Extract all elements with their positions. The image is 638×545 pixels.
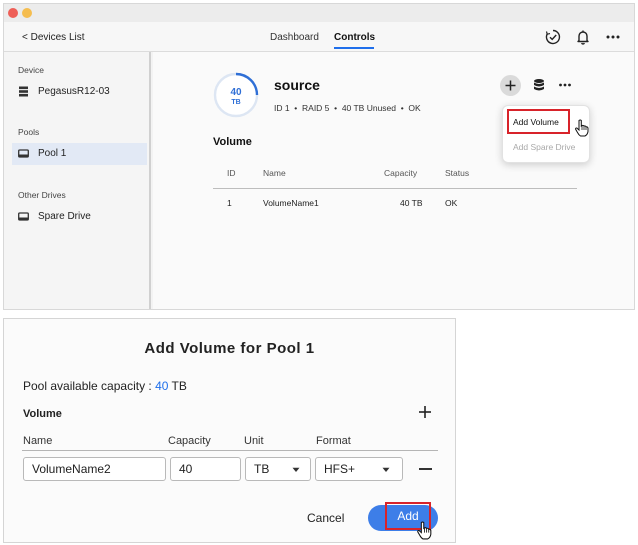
volume-capacity-input[interactable]: 40 [170,457,241,481]
add-volume-dialog: Add Volume for Pool 1 Pool available cap… [3,318,456,543]
add-row-plus-icon[interactable] [418,405,432,419]
volume-name-value: VolumeName2 [32,462,111,476]
minimize-window-button[interactable] [22,8,32,18]
sidebar-header-other-drives: Other Drives [18,190,66,200]
capacity-unit: TB [168,379,187,393]
menu-item-add-volume[interactable]: Add Volume [507,109,570,134]
database-icon[interactable] [532,78,546,92]
table-divider [213,188,577,189]
active-tab-indicator [334,47,374,49]
table-cell-id: 1 [227,198,232,208]
column-header-format: Format [316,435,351,447]
sidebar-header-device: Device [18,65,44,75]
sidebar-item-label: PegasusR12-03 [38,86,110,97]
pool-name-title: source [274,77,320,93]
close-window-button[interactable] [8,8,18,18]
capacity-label: Pool available capacity : [23,379,156,393]
sidebar-item-device[interactable]: PegasusR12-03 [12,81,147,103]
pool-detail-panel: 40 TB source ID 1 • RAID 5 • 40 TB Unuse… [153,52,634,309]
format-select[interactable]: HFS+ [315,457,403,481]
column-header-capacity: Capacity [384,168,418,178]
column-header-name: Name [263,168,286,178]
table-cell-name[interactable]: VolumeName1 [263,198,319,208]
volume-capacity-value: 40 [179,462,193,476]
sidebar-item-label: Pool 1 [38,148,67,159]
format-select-value: HFS+ [324,462,356,476]
sidebar-item-spare-drive[interactable]: Spare Drive [12,206,147,228]
column-header-capacity: Capacity [168,435,211,447]
sidebar-item-label: Spare Drive [38,211,91,222]
plus-icon [505,80,516,91]
top-nav: < Devices List Dashboard Controls [4,22,634,52]
drive-icon [18,212,29,221]
sidebar-header-pools: Pools [18,127,40,137]
back-to-devices-link[interactable]: < Devices List [22,32,85,43]
column-header-name: Name [23,435,53,447]
tab-dashboard[interactable]: Dashboard [270,32,319,43]
menu-item-add-spare-drive: Add Spare Drive [513,142,576,152]
capacity-ring: 40 TB [213,72,259,118]
cancel-button[interactable]: Cancel [307,511,344,525]
dialog-title: Add Volume for Pool 1 [144,340,315,357]
sidebar-item-pool-1[interactable]: Pool 1 [12,143,147,165]
column-header-status: Status [445,168,470,178]
more-horizontal-icon[interactable] [604,28,622,46]
sidebar: Device PegasusR12-03 Pools Pool 1 Other … [4,52,151,309]
unit-select[interactable]: TB [245,457,311,481]
column-header-unit: Unit [244,435,264,447]
capacity-ring-value: 40 [230,87,242,98]
column-divider [22,450,438,451]
capacity-ring-unit: TB [231,99,240,106]
drive-icon [18,149,29,158]
tab-controls[interactable]: Controls [334,32,375,43]
bell-icon[interactable] [574,28,592,46]
schedule-check-icon[interactable] [544,28,562,46]
column-header-id: ID [227,168,236,178]
table-cell-capacity: 40 TB [400,198,423,208]
more-horizontal-icon[interactable] [558,78,572,92]
server-icon [19,86,28,97]
unit-select-value: TB [254,462,270,476]
add-menu-button[interactable] [500,75,521,96]
hand-cursor-icon [417,521,432,540]
pool-available-capacity: Pool available capacity : 40 TB [23,379,187,393]
remove-row-minus-icon[interactable] [419,468,432,470]
title-bar [4,4,634,22]
app-window: < Devices List Dashboard Controls Device… [3,3,635,310]
chevron-down-icon [382,467,390,472]
chevron-down-icon [292,467,300,472]
volume-name-input[interactable]: VolumeName2 [23,457,166,481]
volume-section-title: Volume [213,136,252,148]
hand-cursor-icon [575,119,589,137]
capacity-value: 40 [155,379,169,393]
table-cell-status: OK [445,198,458,208]
volume-section-title: Volume [23,408,62,420]
pool-meta-line: ID 1 • RAID 5 • 40 TB Unused • OK [274,103,421,113]
